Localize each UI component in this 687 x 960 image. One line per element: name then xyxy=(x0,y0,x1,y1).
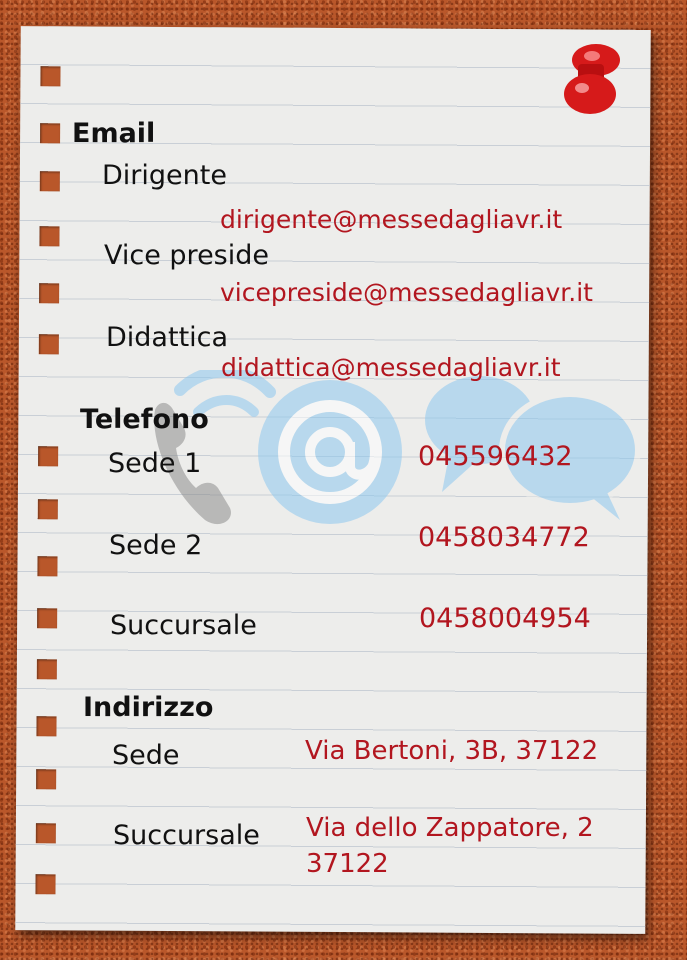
binder-hole xyxy=(38,334,59,355)
binder-hole xyxy=(40,66,61,87)
binder-hole xyxy=(35,823,56,844)
binder-hole xyxy=(38,446,59,467)
telefono-label-succursale: Succursale xyxy=(110,610,257,641)
telefono-value-sede-2[interactable]: 0458034772 xyxy=(418,522,590,553)
binder-hole xyxy=(39,226,60,247)
binder-hole xyxy=(40,123,61,144)
binder-hole xyxy=(36,769,57,790)
email-label-vice-preside: Vice preside xyxy=(104,240,269,271)
indirizzo-label-sede: Sede xyxy=(112,740,180,771)
telefono-value-succursale[interactable]: 0458004954 xyxy=(419,603,591,634)
binder-hole xyxy=(39,171,60,192)
binder-hole xyxy=(37,556,58,577)
telefono-value-sede-1[interactable]: 045596432 xyxy=(418,441,573,472)
indirizzo-heading: Indirizzo xyxy=(83,692,214,723)
indirizzo-value-sede: Via Bertoni, 3B, 37122 xyxy=(305,736,599,766)
binder-hole xyxy=(36,659,57,680)
binder-hole xyxy=(36,716,57,737)
email-value-vice-preside[interactable]: vicepreside@messedagliavr.it xyxy=(220,278,593,307)
indirizzo-label-succursale: Succursale xyxy=(113,820,260,851)
email-value-didattica[interactable]: didattica@messedagliavr.it xyxy=(221,353,561,382)
telefono-heading: Telefono xyxy=(80,404,209,435)
indirizzo-value-succursale: Via dello Zappatore, 2 37122 xyxy=(306,813,594,879)
email-label-didattica: Didattica xyxy=(106,322,229,353)
binder-hole xyxy=(39,283,60,304)
email-value-dirigente[interactable]: dirigente@messedagliavr.it xyxy=(220,205,562,234)
at-sign-icon xyxy=(258,380,402,524)
push-pin-icon xyxy=(564,44,620,114)
contact-icons-illustration xyxy=(154,370,641,525)
telefono-label-sede-1: Sede 1 xyxy=(108,448,202,479)
binder-hole xyxy=(37,499,58,520)
email-label-dirigente: Dirigente xyxy=(102,160,227,191)
telefono-label-sede-2: Sede 2 xyxy=(109,530,203,561)
email-heading: Email xyxy=(72,118,156,149)
binder-hole xyxy=(35,874,56,895)
binder-hole xyxy=(37,608,58,629)
